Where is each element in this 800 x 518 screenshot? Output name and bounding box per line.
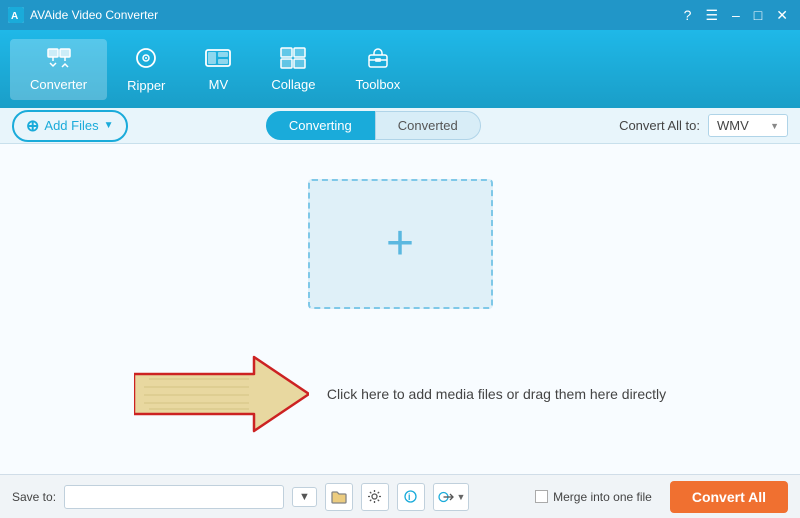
minimize-button[interactable]: – xyxy=(728,7,744,24)
converter-label: Converter xyxy=(30,77,87,92)
add-files-button[interactable]: ⊕ Add Files ▼ xyxy=(12,110,128,142)
menu-button[interactable]: ☰ xyxy=(701,7,722,24)
collage-icon xyxy=(280,47,306,73)
dropdown-arrow-icon: ▼ xyxy=(104,120,114,131)
save-to-label: Save to: xyxy=(12,490,56,504)
svg-text:A: A xyxy=(11,11,18,22)
convert-all-button[interactable]: Convert All xyxy=(670,481,788,513)
format-select[interactable]: WMV ▼ xyxy=(708,114,788,137)
close-button[interactable]: ✕ xyxy=(772,7,792,24)
maximize-button[interactable]: □ xyxy=(750,7,766,24)
toolbar-converter[interactable]: Converter xyxy=(10,39,107,100)
settings-button[interactable] xyxy=(361,483,389,511)
mv-icon xyxy=(205,47,231,73)
converter-icon xyxy=(46,47,72,73)
svg-text:i: i xyxy=(408,492,411,502)
bottom-bar: Save to: ▼ i ▼ Merge into one file Conve… xyxy=(0,474,800,518)
browse-folder-button[interactable] xyxy=(325,483,353,511)
collage-label: Collage xyxy=(271,77,315,92)
convert-all-to-section: Convert All to: WMV ▼ xyxy=(619,114,788,137)
title-bar: A AVAide Video Converter ? ☰ – □ ✕ xyxy=(0,0,800,30)
drop-zone-plus-icon: + xyxy=(386,220,414,268)
add-files-label: Add Files xyxy=(44,118,98,133)
drop-zone[interactable]: + xyxy=(308,179,493,309)
merge-checkbox-label[interactable]: Merge into one file xyxy=(535,490,652,504)
tab-converted[interactable]: Converted xyxy=(375,111,481,140)
ripper-label: Ripper xyxy=(127,78,165,93)
toolbar-ripper[interactable]: Ripper xyxy=(107,38,185,101)
app-icon: A xyxy=(8,7,24,23)
arrow-section: Click here to add media files or drag th… xyxy=(134,349,666,439)
ripper-icon xyxy=(134,46,158,74)
convert-all-to-label: Convert All to: xyxy=(619,118,700,133)
tab-converting[interactable]: Converting xyxy=(266,111,375,140)
merge-label-text: Merge into one file xyxy=(553,490,652,504)
help-button[interactable]: ? xyxy=(680,7,696,24)
app-title: AVAide Video Converter xyxy=(30,8,680,22)
tools-button[interactable]: i xyxy=(397,483,425,511)
toolbar-collage[interactable]: Collage xyxy=(251,39,335,100)
hint-arrow xyxy=(134,349,309,439)
toolbox-icon xyxy=(365,47,391,73)
tab-bar: ⊕ Add Files ▼ Converting Converted Conve… xyxy=(0,108,800,144)
format-value: WMV xyxy=(717,118,749,133)
drop-hint-text: Click here to add media files or drag th… xyxy=(327,386,666,402)
format-dropdown-icon: ▼ xyxy=(770,121,779,131)
path-dropdown-button[interactable]: ▼ xyxy=(292,487,317,507)
save-path-input[interactable] xyxy=(64,485,284,509)
toolbox-label: Toolbox xyxy=(355,77,400,92)
toolbar: Converter Ripper MV xyxy=(0,30,800,108)
add-icon: ⊕ xyxy=(26,116,39,136)
mv-label: MV xyxy=(209,77,229,92)
more-arrow-icon: ▼ xyxy=(456,492,465,502)
toolbar-toolbox[interactable]: Toolbox xyxy=(335,39,420,100)
tabs-center: Converting Converted xyxy=(128,111,620,140)
toolbar-mv[interactable]: MV xyxy=(185,39,251,100)
merge-checkbox[interactable] xyxy=(535,490,548,503)
more-options-button[interactable]: ▼ xyxy=(433,483,469,511)
main-content: + Click here to add media files or drag … xyxy=(0,144,800,474)
window-controls: ? ☰ – □ ✕ xyxy=(680,7,792,24)
